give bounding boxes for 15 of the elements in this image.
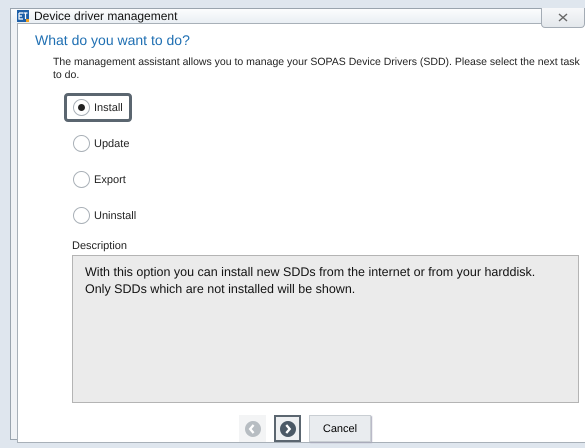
window-title: Device driver management <box>34 9 178 23</box>
cancel-button[interactable]: Cancel <box>309 415 371 442</box>
radio-option[interactable]: Update <box>64 129 138 158</box>
intro-text: The management assistant allows you to manage your SOPAS Device Drivers (SDD). Please select the next task to do. <box>53 56 581 82</box>
radio-option[interactable]: Export <box>64 165 135 194</box>
description-text: With this option you can install new SDDs from the internet or from your harddisk. Only SDDs which are not installed will be shown. <box>72 255 579 403</box>
close-icon <box>558 13 568 22</box>
left-chevron-icon <box>244 420 260 436</box>
page-heading: What do you want to do? <box>35 32 191 48</box>
radio-option[interactable]: Uninstall <box>64 201 146 230</box>
radio-option[interactable]: Install <box>64 93 132 122</box>
close-button[interactable] <box>541 8 585 28</box>
next-button[interactable] <box>274 415 301 442</box>
right-chevron-icon <box>280 420 296 436</box>
description-label: Description <box>72 240 128 252</box>
